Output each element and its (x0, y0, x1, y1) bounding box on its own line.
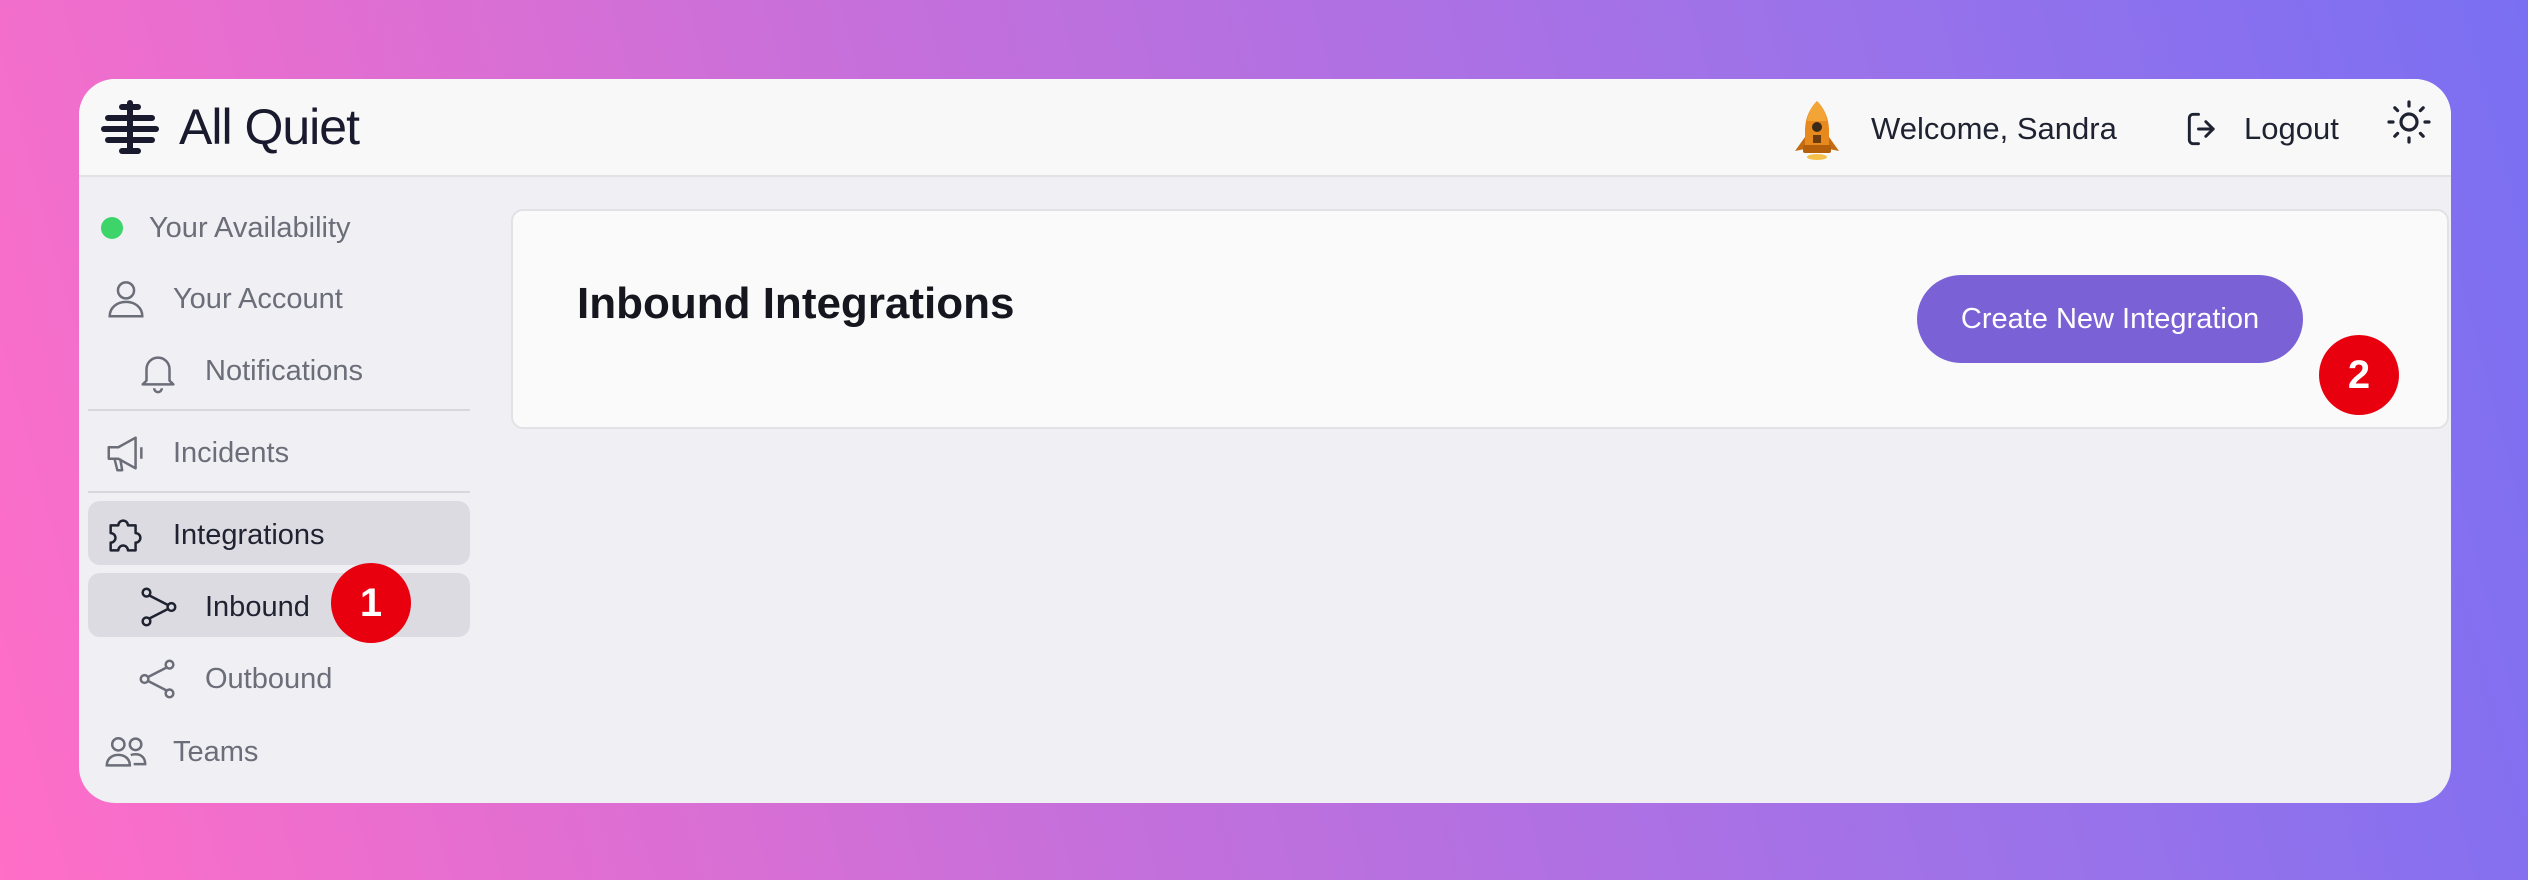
sidebar-item-integrations[interactable]: Integrations (103, 510, 325, 560)
logout-button[interactable]: Logout (2182, 99, 2339, 159)
bell-icon (141, 356, 175, 394)
sidebar-item-label: Your Availability (149, 211, 351, 244)
logout-icon (2187, 112, 2215, 146)
sidebar-item-label: Incidents (173, 436, 290, 469)
users-icon (105, 736, 147, 767)
sidebar-item-outbound[interactable]: Outbound (135, 654, 332, 704)
page-title: Inbound Integrations (577, 279, 1015, 328)
app-name: All Quiet (179, 99, 360, 155)
inbound-icon (141, 587, 177, 627)
availability-status-dot (101, 217, 123, 239)
create-new-integration-button[interactable]: Create New Integration (1917, 275, 2303, 363)
step-badge-2: 2 (2319, 335, 2399, 415)
welcome-text: Welcome, Sandra (1871, 111, 2117, 146)
user-icon (108, 281, 144, 318)
sidebar-item-availability[interactable]: Your Availability (101, 203, 351, 253)
sidebar-item-label: Notifications (205, 354, 363, 387)
logo-icon (101, 100, 159, 154)
logo[interactable]: All Quiet (101, 91, 360, 163)
sidebar-divider (88, 409, 470, 411)
logout-label: Logout (2244, 111, 2339, 146)
app-window: All Quiet Welcome, Sandra Logout Your Av… (79, 79, 2451, 803)
sidebar-item-incidents[interactable]: Incidents (103, 428, 289, 478)
sidebar: Your Availability Your Account Notificat… (79, 177, 479, 803)
rocket-avatar-icon[interactable] (1789, 97, 1845, 161)
sidebar-item-your-account[interactable]: Your Account (103, 274, 343, 324)
sidebar-item-teams[interactable]: Teams (103, 727, 258, 777)
puzzle-icon (109, 519, 142, 552)
sidebar-item-inbound[interactable]: Inbound (135, 582, 310, 632)
sidebar-item-label: Integrations (173, 518, 325, 551)
top-bar: All Quiet Welcome, Sandra Logout (79, 79, 2451, 177)
sun-icon[interactable] (2385, 98, 2433, 146)
sidebar-item-notifications[interactable]: Notifications (135, 346, 363, 396)
integrations-header-card: Inbound Integrations Create New Integrat… (511, 209, 2449, 429)
step-badge-1: 1 (331, 563, 411, 643)
sidebar-item-label: Teams (173, 735, 259, 768)
sidebar-item-label: Outbound (205, 662, 333, 695)
sidebar-item-label: Inbound (205, 590, 310, 623)
sidebar-item-label: Your Account (173, 282, 343, 315)
megaphone-icon (107, 436, 143, 472)
sidebar-divider (88, 491, 470, 493)
share-icon (139, 659, 175, 699)
